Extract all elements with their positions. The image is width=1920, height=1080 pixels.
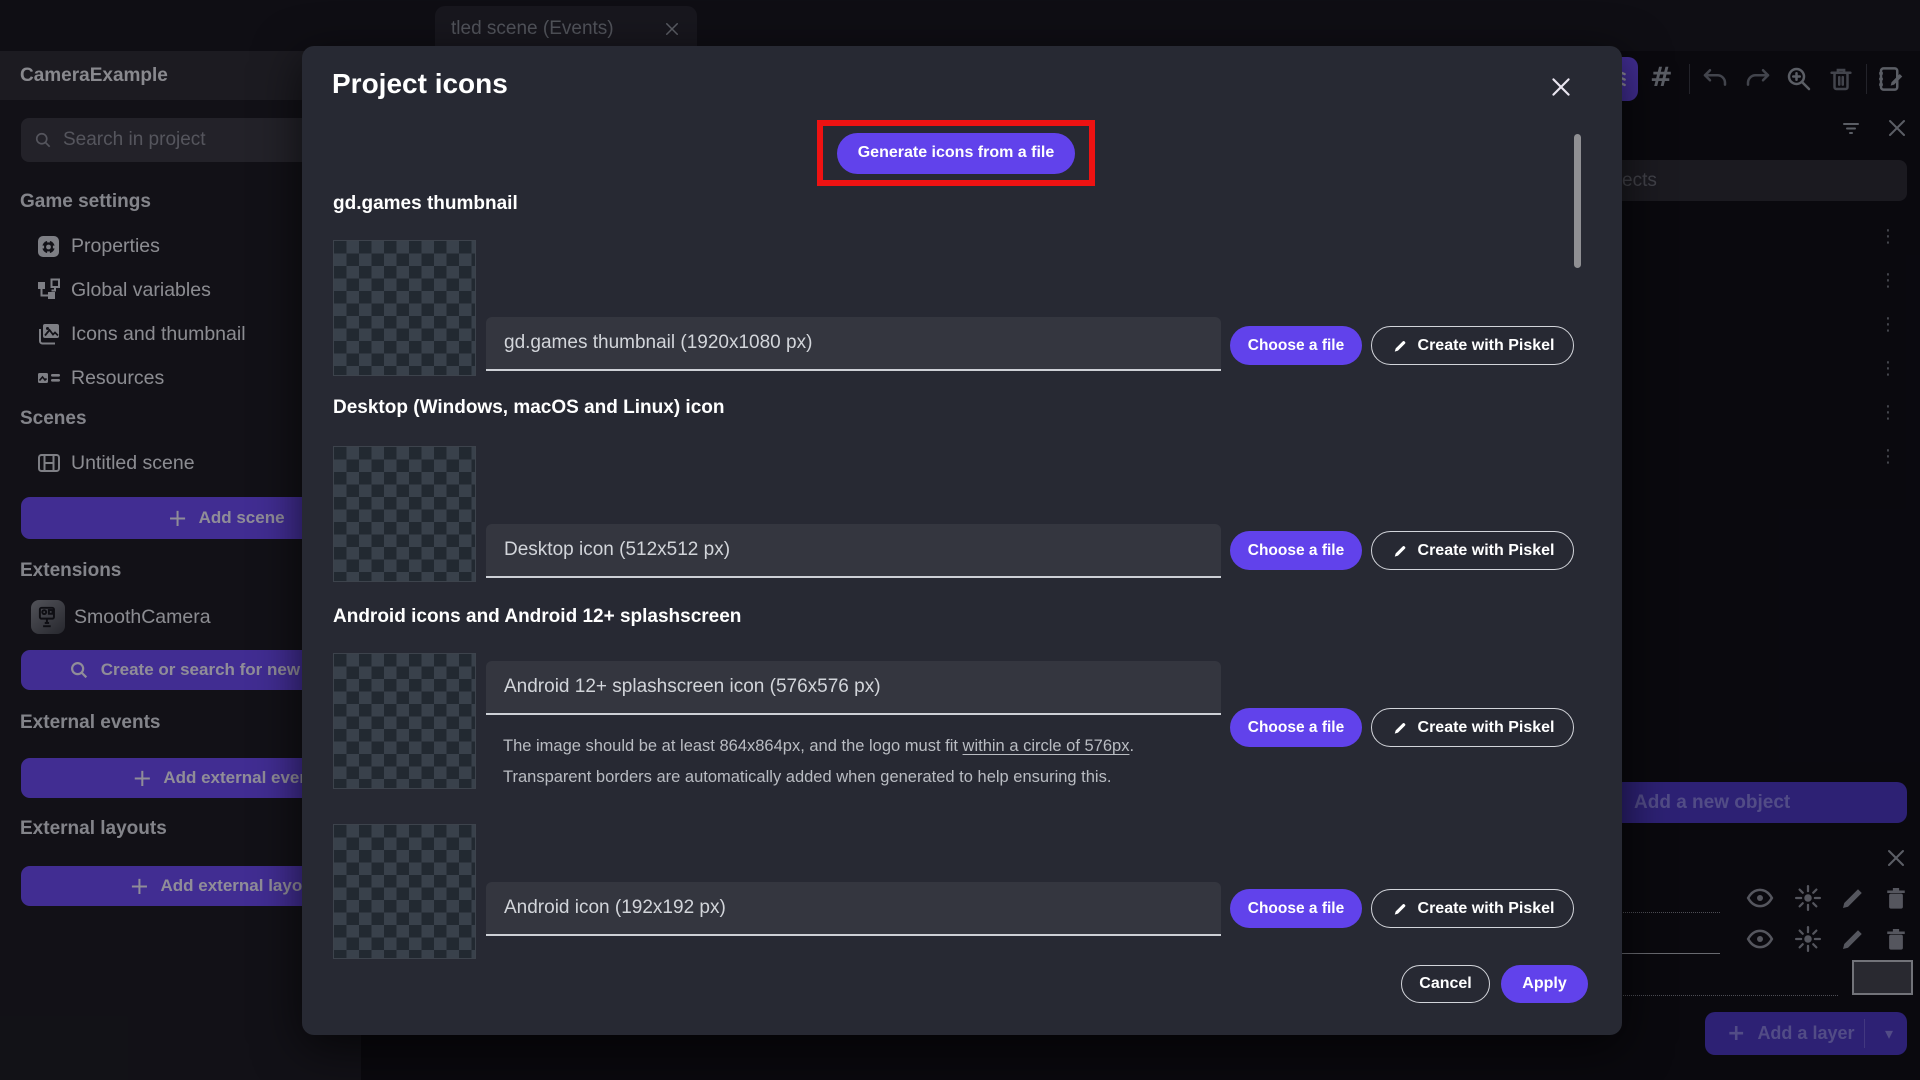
generate-icons-button[interactable]: Generate icons from a file — [837, 132, 1075, 174]
piskel-label: Create with Piskel — [1417, 336, 1555, 354]
section-heading-gdgames: gd.games thumbnail — [333, 193, 518, 214]
android-help-line2: Transparent borders are automatically ad… — [503, 768, 1112, 786]
gdgames-thumbnail-preview — [333, 240, 476, 376]
help-text: . — [1129, 737, 1135, 755]
help-link[interactable]: within a circle of 576px — [963, 737, 1130, 755]
brush-icon — [1394, 903, 1405, 915]
create-with-piskel-button[interactable]: Create with Piskel — [1371, 531, 1574, 570]
brush-icon — [1394, 722, 1405, 734]
choose-file-button[interactable]: Choose a file — [1230, 708, 1362, 747]
field-placeholder: Android 12+ splashscreen icon (576x576 p… — [504, 676, 881, 697]
android-icon-field[interactable]: Android icon (192x192 px) — [486, 882, 1221, 936]
android-icon-preview — [333, 824, 476, 959]
project-icons-dialog: Project icons Generate icons from a file… — [302, 46, 1622, 1035]
desktop-icon-field[interactable]: Desktop icon (512x512 px) — [486, 524, 1221, 578]
create-with-piskel-button[interactable]: Create with Piskel — [1371, 326, 1574, 365]
dialog-scrollbar-thumb[interactable] — [1574, 134, 1581, 268]
highlight-rectangle: Generate icons from a file — [817, 120, 1095, 186]
desktop-icon-preview — [333, 446, 476, 582]
piskel-label: Create with Piskel — [1417, 899, 1555, 917]
android-splashscreen-preview — [333, 653, 476, 789]
brush-icon — [1394, 545, 1405, 557]
dialog-close-icon[interactable] — [1548, 74, 1574, 100]
section-heading-android: Android icons and Android 12+ splashscre… — [333, 606, 742, 627]
cancel-button[interactable]: Cancel — [1401, 965, 1490, 1003]
piskel-label: Create with Piskel — [1417, 541, 1555, 559]
android-help-line1: The image should be at least 864x864px, … — [503, 734, 1134, 758]
create-with-piskel-button[interactable]: Create with Piskel — [1371, 889, 1574, 928]
create-with-piskel-button[interactable]: Create with Piskel — [1371, 708, 1574, 747]
apply-button[interactable]: Apply — [1501, 965, 1588, 1003]
choose-file-button[interactable]: Choose a file — [1230, 326, 1362, 365]
brush-icon — [1394, 340, 1405, 352]
field-placeholder: Android icon (192x192 px) — [504, 897, 726, 918]
help-text: The image should be at least 864x864px, … — [503, 737, 963, 755]
gdgames-thumbnail-field[interactable]: gd.games thumbnail (1920x1080 px) — [486, 317, 1221, 371]
choose-file-button[interactable]: Choose a file — [1230, 889, 1362, 928]
gdevelop-window: tled scene (Events) CameraExample Search… — [0, 0, 1920, 1080]
field-placeholder: gd.games thumbnail (1920x1080 px) — [504, 332, 813, 353]
choose-file-button[interactable]: Choose a file — [1230, 531, 1362, 570]
android-splashscreen-field[interactable]: Android 12+ splashscreen icon (576x576 p… — [486, 661, 1221, 715]
piskel-label: Create with Piskel — [1417, 718, 1555, 736]
field-placeholder: Desktop icon (512x512 px) — [504, 539, 731, 560]
section-heading-desktop: Desktop (Windows, macOS and Linux) icon — [333, 397, 725, 418]
dialog-title: Project icons — [332, 68, 508, 99]
